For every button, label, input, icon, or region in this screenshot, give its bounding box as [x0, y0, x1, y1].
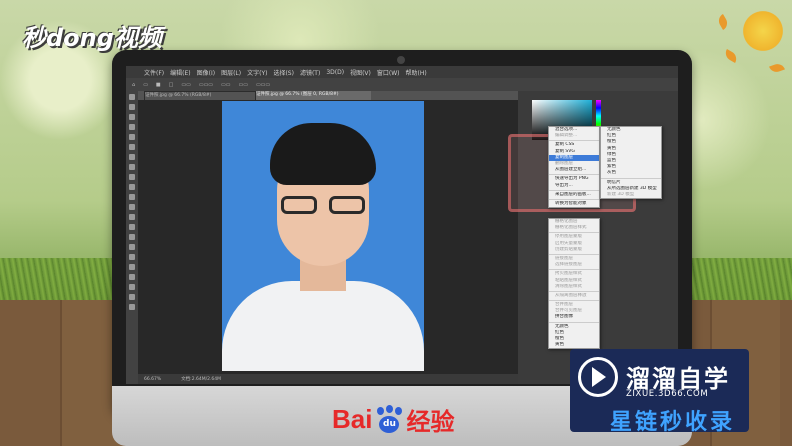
- context-menu-item[interactable]: 来自图层的画板...: [549, 192, 599, 198]
- document-size: 文档:2.64M/2.64M: [181, 377, 222, 382]
- style-dropdown[interactable]: ▭▭▭: [199, 82, 213, 88]
- menu-item[interactable]: 视图(V): [350, 68, 371, 77]
- menu-bar: 文件(F) 编辑(E) 图像(I) 图层(L) 文字(Y) 选择(S) 滤镜(T) 3D(D)…: [126, 66, 678, 78]
- feather-field[interactable]: ▭▭: [181, 82, 190, 88]
- tool-icon[interactable]: [129, 94, 135, 100]
- menu-separator: [549, 140, 599, 142]
- menu-separator: [549, 269, 599, 271]
- status-bar: 66.67% 文档:2.64M/2.64M: [138, 374, 518, 384]
- context-menu-item[interactable]: 从所选图层新建 3D 模型: [601, 186, 661, 192]
- select-mask-button[interactable]: ▭▭▭: [256, 82, 270, 88]
- id-photo-image: [222, 101, 424, 371]
- context-menu-item[interactable]: 导出为...: [549, 183, 599, 189]
- zixue-subtitle: 星链秒收录: [610, 410, 736, 435]
- tool-icon[interactable]: [129, 124, 135, 130]
- tool-icon[interactable]: [129, 194, 135, 200]
- tool-icon[interactable]: [129, 114, 135, 120]
- menu-item[interactable]: 文字(Y): [247, 68, 267, 77]
- layer-context-menu-lower: 栅格化图层 栅格化图层样式 停用图层蒙版 启用矢量蒙版 创建剪贴蒙版 链接图层 选择链接图层…: [548, 218, 600, 350]
- context-menu-item[interactable]: 黄色: [549, 342, 599, 348]
- layer-context-menu: 混合选项... 编辑调整... 复制 CSS 复制 SVG 复制图层 删除图层 从图层建立组…: [548, 126, 600, 209]
- tool-icon[interactable]: [129, 284, 135, 290]
- context-menu-item: 创建剪贴蒙版: [555, 246, 582, 252]
- options-bar: ⌂ ▭ ■ □ ▭▭ ▭▭▭ ▭▭ ▭▭ ▭▭▭: [126, 78, 678, 91]
- zixue-url: ZIXUE.3D66.COM: [626, 389, 709, 399]
- context-menu-item[interactable]: 转换为智能对象: [549, 201, 599, 207]
- context-menu-item[interactable]: 灰色: [601, 170, 661, 176]
- context-menu-item: 新建 3D 模型: [607, 191, 635, 197]
- height-field[interactable]: ▭▭: [238, 82, 247, 88]
- menu-item[interactable]: 滤镜(T): [300, 68, 320, 77]
- menu-separator: [549, 290, 599, 292]
- tool-icon[interactable]: [129, 304, 135, 310]
- context-menu-item: 栅格化图层样式: [555, 225, 587, 231]
- tool-icon[interactable]: [129, 134, 135, 140]
- menu-separator: [601, 177, 661, 179]
- tool-icon[interactable]: [129, 164, 135, 170]
- zoom-level: 66.67%: [144, 376, 162, 382]
- menu-separator: [549, 232, 599, 234]
- menu-item[interactable]: 图像(I): [197, 68, 215, 77]
- white-shirt: [222, 281, 424, 371]
- context-menu-item: 清除图层样式: [555, 283, 582, 289]
- tool-icon[interactable]: [129, 224, 135, 230]
- tool-icon[interactable]: [129, 254, 135, 260]
- tool-icon[interactable]: [129, 294, 135, 300]
- tool-icon[interactable]: [129, 104, 135, 110]
- marquee-tool-icon[interactable]: ▭: [143, 82, 148, 88]
- width-field[interactable]: ▭▭: [221, 82, 230, 88]
- context-menu-item: 编辑调整...: [555, 133, 578, 139]
- glasses-icon: [279, 196, 367, 218]
- sun-decoration-icon: [740, 8, 786, 54]
- menu-separator: [549, 253, 599, 255]
- tool-icon[interactable]: [129, 214, 135, 220]
- baidu-jingyan-logo: Bai du 经验: [332, 404, 455, 436]
- tool-icon[interactable]: [129, 144, 135, 150]
- menu-item[interactable]: 编辑(E): [170, 68, 190, 77]
- tools-panel: [126, 91, 138, 384]
- menu-item[interactable]: 3D(D): [326, 69, 344, 76]
- hair: [270, 123, 376, 185]
- layer-color-submenu: 无颜色 红色 橙色 黄色 绿色 蓝色 紫色 灰色 明信片 从所选图层新建 3D 模型 新建 3D 模…: [600, 126, 662, 200]
- menu-item[interactable]: 文件(F): [144, 68, 164, 77]
- menu-item[interactable]: 选择(S): [273, 68, 294, 77]
- context-menu-item: 从隔离图层释放: [555, 292, 587, 298]
- menu-separator: [549, 189, 599, 191]
- tool-icon[interactable]: [129, 154, 135, 160]
- document-tab-active[interactable]: 证件照.jpg @ 66.7% (图层 0, RGB/8#): [256, 91, 371, 100]
- play-triangle-icon: [592, 367, 606, 387]
- tool-icon[interactable]: [129, 184, 135, 190]
- tool-icon[interactable]: [129, 174, 135, 180]
- menu-separator: [549, 321, 599, 323]
- new-selection-icon[interactable]: ■: [156, 82, 161, 88]
- add-selection-icon[interactable]: □: [169, 82, 174, 88]
- tool-icon[interactable]: [129, 204, 135, 210]
- video-watermark-logo: 秒dong视频: [22, 24, 162, 52]
- tool-icon[interactable]: [129, 264, 135, 270]
- tool-icon[interactable]: [129, 234, 135, 240]
- context-menu-item[interactable]: 拼合图像: [549, 314, 599, 320]
- menu-separator: [549, 198, 599, 200]
- menu-separator: [549, 174, 599, 176]
- zixue-watermark: 溜溜自学 ZIXUE.3D66.COM 星链秒收录: [570, 349, 749, 435]
- menu-separator: [549, 300, 599, 302]
- menu-item[interactable]: 帮助(H): [406, 68, 427, 77]
- home-icon[interactable]: ⌂: [132, 82, 135, 88]
- menu-item[interactable]: 窗口(W): [377, 68, 400, 77]
- context-menu-item[interactable]: 从图层建立组...: [549, 167, 599, 173]
- tool-icon[interactable]: [129, 244, 135, 250]
- baidu-paw-icon: du: [374, 404, 404, 435]
- webcam-icon: [397, 56, 405, 64]
- tool-icon[interactable]: [129, 274, 135, 280]
- context-menu-item: 选择链接图层: [555, 262, 582, 268]
- menu-item[interactable]: 图层(L): [221, 68, 241, 77]
